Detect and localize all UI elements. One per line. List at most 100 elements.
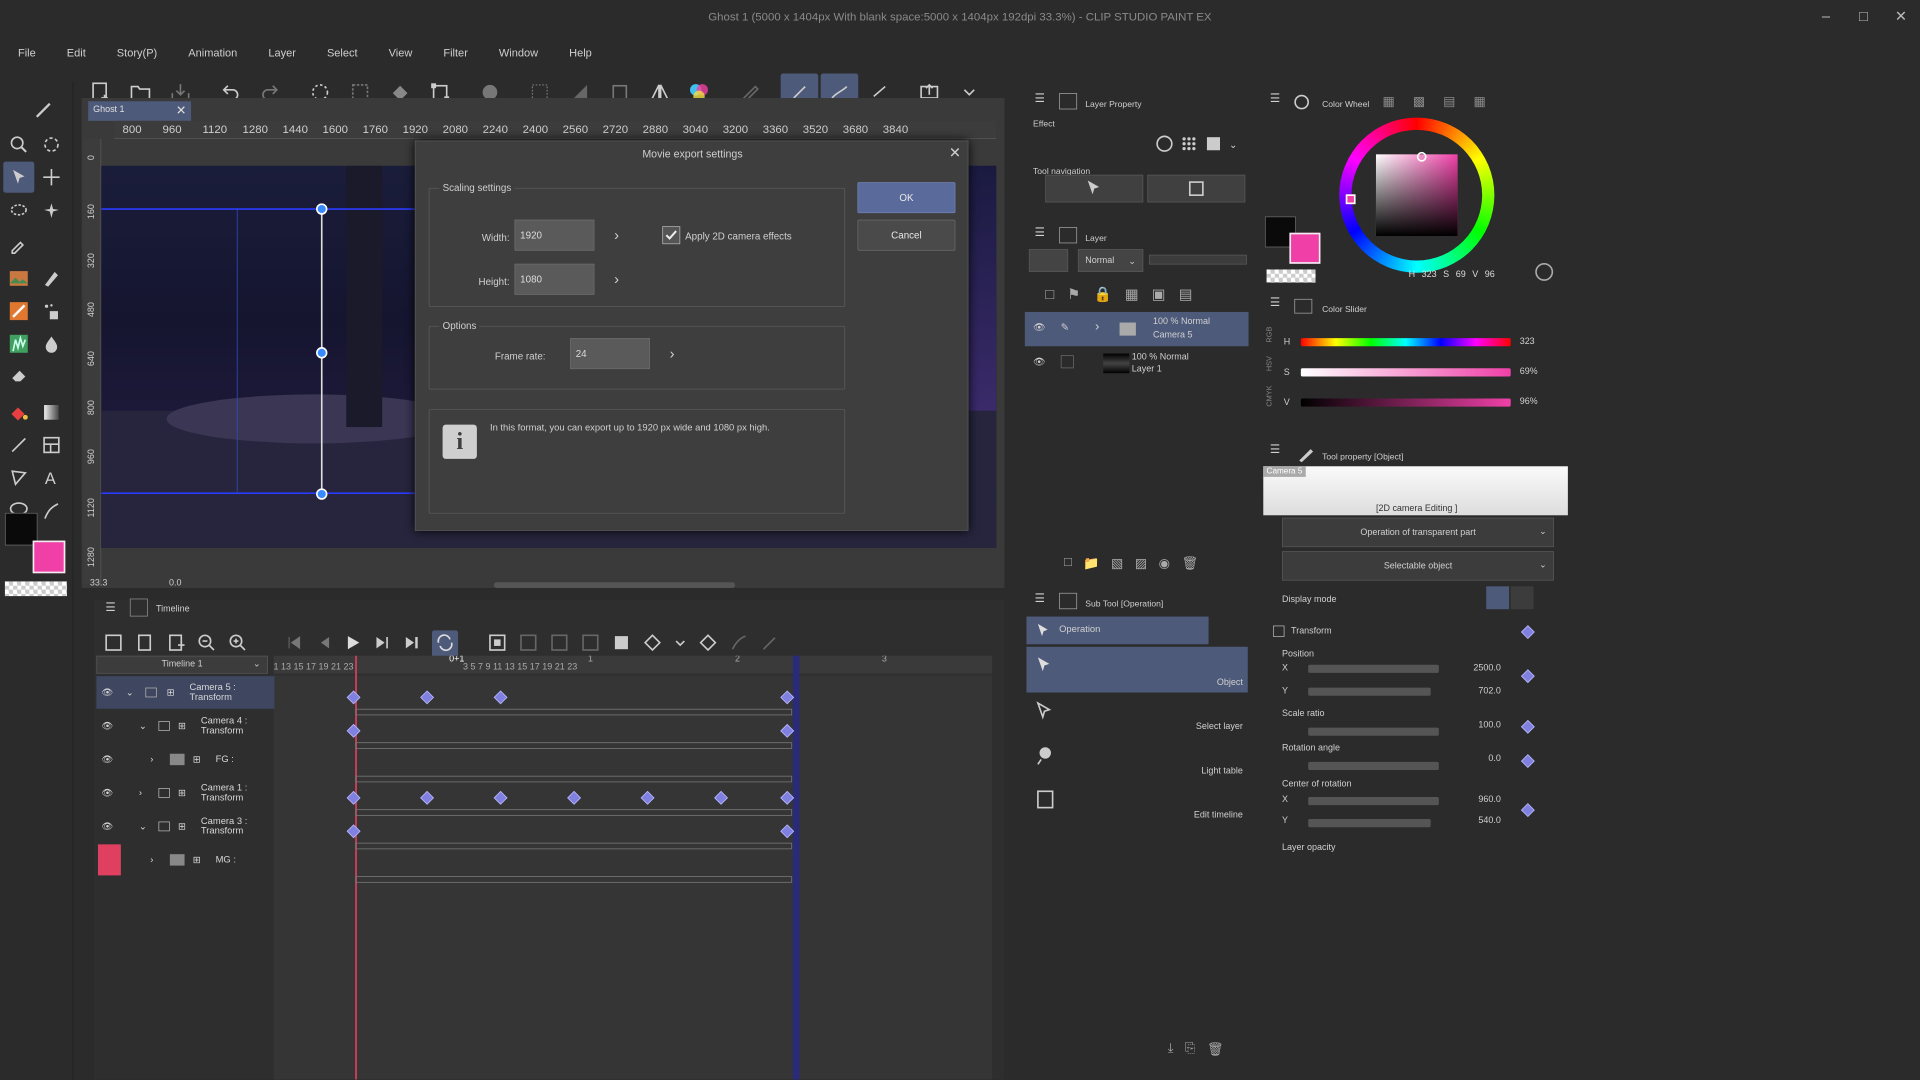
blend-mode-select[interactable]: Normal ⌄ (1077, 249, 1144, 272)
minimize-icon[interactable]: – (1807, 0, 1845, 33)
combine-icon[interactable]: ▨ (1135, 555, 1147, 584)
keyframe-toggle-icon[interactable] (643, 632, 663, 654)
transparent-op-select[interactable]: Operation of transparent part ⌄ (1282, 517, 1554, 548)
blend-icon[interactable] (36, 328, 67, 359)
expand-chevron-icon[interactable]: › (1095, 320, 1099, 335)
saturation-slider[interactable] (1300, 368, 1511, 377)
menu-layer[interactable]: Layer (250, 41, 309, 65)
transparent-small[interactable] (1266, 269, 1316, 283)
tone-icon[interactable] (1180, 134, 1198, 154)
ok-button[interactable]: OK (857, 182, 956, 214)
cel-icon[interactable] (135, 632, 155, 654)
track-camera-1[interactable]: 👁 › ⊞ Camera 1 : Transform (96, 777, 274, 810)
dialog-close-icon[interactable]: ✕ (949, 145, 961, 162)
menu-view[interactable]: View (371, 41, 426, 65)
position-x-slider[interactable] (1308, 664, 1439, 673)
menu-help[interactable]: Help (551, 41, 605, 65)
hsv-tab[interactable]: HSV (1265, 356, 1276, 371)
color-picker-handle[interactable] (1416, 151, 1427, 162)
color-set-icon[interactable]: ▦ (1383, 93, 1395, 109)
approximate-color-icon[interactable]: ▤ (1443, 93, 1455, 109)
timeline-menu-icon[interactable]: ☰ (105, 600, 115, 614)
layer-color-icon[interactable] (1204, 134, 1222, 154)
hue-handle[interactable] (1345, 194, 1356, 205)
eye-icon[interactable]: 👁 (1033, 356, 1045, 367)
light-table-icon[interactable] (550, 632, 570, 654)
hue-slider[interactable] (1300, 338, 1511, 347)
airbrush-icon[interactable] (36, 296, 67, 327)
prev-frame-icon[interactable] (314, 633, 332, 653)
playhead[interactable] (355, 655, 357, 1080)
timeline-select[interactable]: Timeline 1 ⌄ (96, 655, 268, 674)
eye-icon[interactable]: 👁 (101, 787, 113, 799)
expand-chevron-icon[interactable]: › (150, 855, 153, 865)
lasso-icon[interactable] (3, 196, 34, 227)
correct-line-icon[interactable] (36, 495, 67, 526)
decoration-icon[interactable] (3, 328, 34, 359)
new-folder-icon[interactable]: 📁 (1083, 555, 1099, 584)
timeline-tab[interactable]: Timeline (156, 604, 190, 614)
expand-chevron-icon[interactable]: › (139, 788, 142, 798)
camera-handle-middle[interactable] (316, 347, 328, 359)
rotation-keyframe-icon[interactable] (1520, 754, 1535, 769)
zoom-in-icon[interactable] (228, 632, 248, 654)
eye-active-icon[interactable] (97, 844, 121, 876)
eye-icon[interactable]: 👁 (101, 687, 113, 698)
onion-skin-icon[interactable] (519, 632, 539, 654)
transparent-color-swatch[interactable] (4, 581, 67, 597)
download-icon[interactable]: ⤓ (1168, 1041, 1174, 1057)
animation-cel-icon[interactable] (488, 632, 508, 654)
loop-icon[interactable] (431, 630, 459, 657)
interpolation-icon[interactable] (729, 632, 749, 654)
tool-nav-object-button[interactable] (1045, 174, 1144, 203)
subtool-operation-tab[interactable]: Operation (1026, 616, 1209, 645)
track-mg[interactable]: › ⊞ MG : (96, 844, 274, 877)
color-menu-icon[interactable]: ☰ (1270, 91, 1280, 105)
menu-filter[interactable]: Filter (425, 41, 481, 65)
rgb-tab[interactable]: RGB (1265, 327, 1276, 343)
layer-row-layer1[interactable]: 👁 100 % Normal Layer 1 (1025, 347, 1249, 380)
frame-layer-icon[interactable] (612, 632, 632, 654)
new-animation-icon[interactable] (104, 632, 124, 654)
balloon-pen-icon[interactable] (3, 462, 34, 493)
subtool-menu-icon[interactable]: ☰ (1035, 591, 1045, 605)
opacity-slider[interactable] (1148, 254, 1247, 265)
color-play-icon[interactable] (1535, 262, 1554, 281)
last-frame-icon[interactable] (403, 633, 421, 653)
menu-select[interactable]: Select (309, 41, 371, 65)
move-icon[interactable] (36, 162, 67, 193)
selectable-object-select[interactable]: Selectable object ⌄ (1282, 551, 1554, 581)
position-y-slider[interactable] (1308, 687, 1431, 696)
transform-collapse-icon[interactable] (1273, 625, 1285, 637)
apply-camera-checkbox[interactable] (662, 226, 681, 245)
keyframe-dropdown-icon[interactable] (674, 636, 687, 652)
document-tab[interactable]: Ghost 1 ✕ (88, 101, 192, 121)
maximize-icon[interactable]: □ (1845, 0, 1883, 33)
pen-nib-icon[interactable] (36, 263, 67, 294)
menu-animation[interactable]: Animation (170, 41, 250, 65)
layer-color-swatch[interactable] (1028, 249, 1069, 272)
display-mode-preview-icon[interactable] (1510, 586, 1534, 610)
first-frame-icon[interactable] (285, 633, 303, 653)
cmyk-tab[interactable]: CMYK (1265, 385, 1276, 406)
eyedropper-icon[interactable] (3, 229, 34, 260)
play-icon[interactable] (344, 633, 362, 653)
close-tab-icon[interactable]: ✕ (176, 103, 186, 118)
pencil-icon[interactable] (3, 296, 34, 327)
specify-cel-icon[interactable] (166, 632, 186, 654)
color-history-icon[interactable]: ▦ (1473, 93, 1485, 109)
menu-story[interactable]: Story(P) (99, 41, 170, 65)
next-frame-icon[interactable] (373, 633, 391, 653)
framerate-field[interactable]: 24 (569, 338, 651, 370)
layer-row-camera5[interactable]: 👁 ✎ › 100 % Normal Camera 5 (1024, 311, 1249, 347)
subtool-edit-timeline[interactable]: Edit timeline (1026, 782, 1247, 824)
cancel-button[interactable]: Cancel (857, 219, 956, 251)
eye-icon[interactable]: 👁 (1033, 322, 1045, 333)
zoom-out-icon[interactable] (197, 632, 217, 654)
canvas-scrollbar[interactable] (494, 582, 735, 588)
new-raster-layer-icon[interactable]: □ (1064, 555, 1072, 584)
center-y-slider[interactable] (1308, 819, 1431, 828)
lock-icon[interactable]: 🔒 (1093, 286, 1111, 306)
collapse-chevron-icon[interactable]: ⌄ (126, 687, 134, 698)
framerate-arrow-icon[interactable]: › (670, 345, 675, 362)
